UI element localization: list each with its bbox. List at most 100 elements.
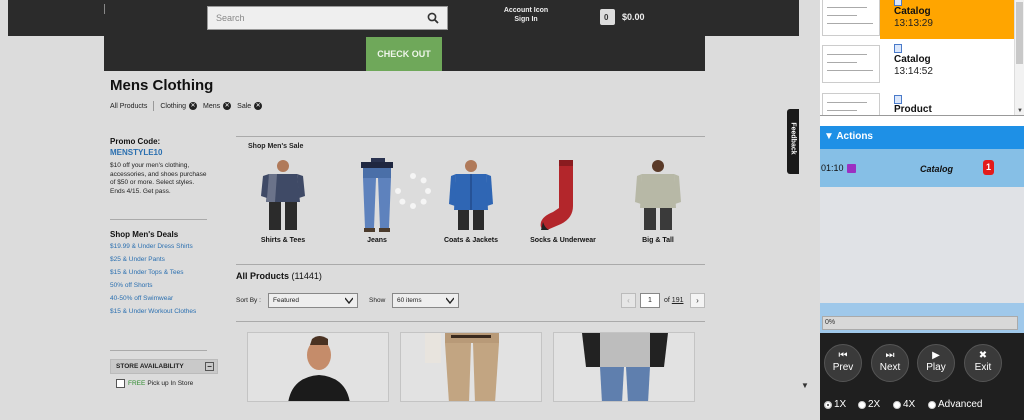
cart-count: 0 [604, 13, 609, 22]
thumbnail-item[interactable]: Catalog 13:14:52 [820, 44, 1014, 86]
category-big-tall[interactable]: Big & Tall [613, 158, 703, 245]
thumbnail-item[interactable]: Catalog 13:13:29 [820, 0, 1014, 39]
category-image[interactable] [628, 158, 688, 232]
pickup-checkbox[interactable] [116, 379, 125, 388]
cart-icon[interactable]: 0 [600, 9, 615, 25]
deal-link[interactable]: $25 & Under Pants [110, 256, 210, 265]
section-divider [236, 321, 705, 322]
thumbnail-time: 13:14:52 [894, 66, 933, 77]
category-shirts-tees[interactable]: Shirts & Tees [238, 158, 328, 245]
feedback-label: Feedback [789, 122, 797, 155]
thumbnail-info[interactable]: Catalog 13:13:29 [880, 0, 1014, 39]
exit-button[interactable]: ✖ Exit [964, 344, 1002, 382]
product-card[interactable] [553, 332, 695, 402]
category-image[interactable] [253, 158, 313, 232]
breadcrumb-mens: Mens [203, 102, 221, 110]
deal-link[interactable]: $19.99 & Under Dress Shirts [110, 243, 210, 252]
scroll-down-icon[interactable]: ▼ [801, 381, 809, 390]
thumbnail-info[interactable]: Product [880, 92, 1014, 115]
category-image[interactable] [441, 158, 501, 232]
deal-link[interactable]: 50% off Shorts [110, 282, 210, 291]
store-availability-header[interactable]: STORE AVAILABILITY − [110, 359, 218, 374]
product-card[interactable] [400, 332, 542, 402]
category-coats-jackets[interactable]: Coats & Jackets [426, 158, 516, 245]
thumbnail-scrollbar[interactable]: ▼ [1014, 0, 1024, 115]
breadcrumb-all-products[interactable]: All Products [110, 103, 147, 110]
category-label[interactable]: Coats & Jackets [426, 236, 516, 245]
prev-page-button[interactable]: ‹ [621, 293, 636, 308]
cart-total[interactable]: $0.00 [622, 12, 645, 22]
speed-option-4x[interactable]: 4X [893, 399, 915, 410]
account-link[interactable]: Account Icon Sign In [488, 6, 564, 24]
thumbnail-image[interactable] [822, 0, 880, 36]
chevron-down-icon [446, 297, 454, 304]
next-button[interactable]: ⏭ Next [871, 344, 909, 382]
prev-button[interactable]: ⏮ Prev [824, 344, 862, 382]
items-per-page-value: 60 items [397, 297, 422, 304]
page-total-link[interactable]: 191 [672, 297, 684, 304]
account-icon: Account Icon [503, 7, 549, 14]
deals-list: $19.99 & Under Dress Shirts $25 & Under … [110, 243, 210, 321]
checkout-button[interactable]: CHECK OUT [366, 37, 442, 71]
page-number-input[interactable]: 1 [640, 293, 660, 308]
scrollbar-thumb[interactable] [1016, 2, 1023, 64]
product-image[interactable] [554, 333, 695, 402]
sidebar-divider [110, 350, 207, 351]
promo-title: Promo Code: [110, 137, 161, 146]
thumbnail-image[interactable] [822, 93, 880, 115]
speed-option-1x[interactable]: 1X [824, 399, 846, 410]
speed-label: 4X [903, 399, 916, 410]
thumbnail-item[interactable]: Product [820, 92, 1014, 115]
page-scrollbar[interactable]: ▼ [800, 0, 812, 392]
section-divider [236, 264, 705, 265]
thumbnail-title: Product [894, 104, 932, 115]
category-label[interactable]: Big & Tall [613, 236, 703, 245]
collapse-triangle-icon: ▼ [824, 131, 834, 142]
next-page-button[interactable]: › [690, 293, 705, 308]
search-icon[interactable] [427, 12, 439, 24]
play-button[interactable]: ▶ Play [917, 344, 955, 382]
scroll-down-icon[interactable]: ▼ [1017, 108, 1023, 114]
remove-filter-sale-icon[interactable]: ✕ [254, 102, 263, 110]
breadcrumb: All Products Clothing ✕ Mens ✕ Sale ✕ [110, 101, 263, 111]
thumbnail-title: Catalog [894, 6, 931, 17]
speed-radio[interactable] [928, 400, 936, 409]
action-name: Catalog [920, 164, 954, 174]
remove-filter-mens-icon[interactable]: ✕ [223, 102, 232, 110]
play-label: Play [926, 362, 946, 373]
category-socks-underwear[interactable]: Socks & Underwear [518, 158, 608, 245]
search-input[interactable]: Search [207, 6, 448, 30]
product-card[interactable] [247, 332, 389, 402]
sidebar-divider [110, 219, 207, 220]
speed-radio[interactable] [893, 400, 901, 409]
collapse-icon[interactable]: − [205, 362, 214, 371]
product-image[interactable] [248, 333, 389, 402]
speed-radio[interactable] [858, 400, 866, 409]
speed-radio[interactable] [824, 400, 832, 409]
category-image[interactable] [533, 158, 593, 232]
deal-link[interactable]: $15 & Under Tops & Tees [110, 269, 210, 278]
thumbnail-image[interactable] [822, 45, 880, 83]
thumbnail-info[interactable]: Catalog 13:14:52 [880, 44, 1014, 86]
sort-label: Sort By : [236, 297, 261, 304]
sign-in-link[interactable]: Sign In [488, 15, 564, 24]
category-label[interactable]: Jeans [332, 236, 422, 245]
action-item[interactable]: 01:10 Catalog 1 [820, 149, 1024, 187]
product-image[interactable] [401, 333, 542, 402]
progress-area: 0% [820, 303, 1024, 333]
speed-label: Advanced [938, 399, 983, 410]
play-action-icon[interactable] [847, 164, 856, 173]
actions-header[interactable]: ▼ Actions [820, 126, 1024, 149]
exit-label: Exit [974, 362, 992, 373]
deal-link[interactable]: 40-50% off Swimwear [110, 295, 210, 304]
speed-option-2x[interactable]: 2X [858, 399, 880, 410]
speed-option-advanced[interactable]: Advanced [928, 399, 982, 410]
category-label[interactable]: Socks & Underwear [518, 236, 608, 245]
category-label[interactable]: Shirts & Tees [238, 236, 328, 245]
feedback-tab[interactable]: Feedback [787, 109, 799, 174]
sort-select[interactable]: Featured [268, 293, 358, 308]
remove-filter-clothing-icon[interactable]: ✕ [189, 102, 198, 110]
pickup-filter[interactable]: FREE Pick up In Store [116, 379, 193, 388]
deal-link[interactable]: $15 & Under Workout Clothes [110, 308, 210, 317]
items-per-page-select[interactable]: 60 items [392, 293, 459, 308]
